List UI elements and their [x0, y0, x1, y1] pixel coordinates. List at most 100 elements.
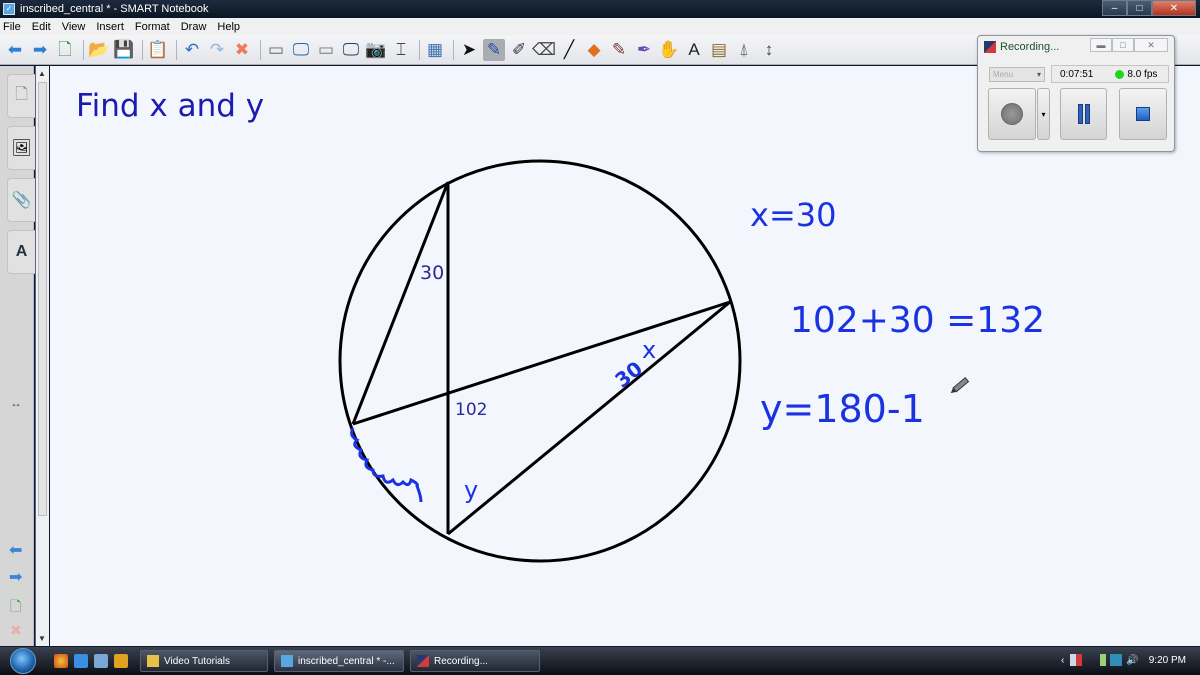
pause-button[interactable]	[1060, 88, 1107, 140]
record-options-dropdown[interactable]: ▾	[1037, 88, 1050, 140]
resize-handle-icon[interactable]: ↔	[10, 396, 22, 410]
screen-shade-icon[interactable]: ▭	[265, 39, 287, 61]
paste-icon[interactable]: 📋	[147, 39, 169, 61]
toolbar-separator	[419, 39, 420, 60]
save-icon[interactable]: 💾	[113, 39, 135, 61]
tray-app-icon[interactable]	[1070, 654, 1083, 666]
start-button[interactable]	[10, 648, 36, 674]
properties-icon[interactable]: ▤	[708, 39, 730, 61]
forward-icon[interactable]: ➡	[29, 39, 51, 61]
recording-elapsed-time: 0:07:51	[1060, 68, 1094, 80]
show-desktop-icon[interactable]	[94, 654, 108, 668]
handwriting-sum: 102+30 =132	[790, 300, 1045, 341]
minimize-button[interactable]: –	[1102, 0, 1127, 16]
sidebar-add-page-icon[interactable]: 🗋	[10, 596, 21, 620]
open-folder-icon[interactable]: 📂	[88, 39, 110, 61]
taskbar-item-inscribed-central[interactable]: inscribed_central * -...	[274, 650, 404, 672]
angle-label-30: 30	[420, 262, 444, 284]
toolbar-separator	[176, 39, 177, 60]
dual-page-icon[interactable]: 🖵	[340, 39, 362, 61]
record-button[interactable]	[988, 88, 1036, 140]
toolbar-separator	[83, 39, 84, 60]
stop-button[interactable]	[1119, 88, 1167, 140]
record-icon	[1001, 103, 1023, 125]
window-title: inscribed_central * - SMART Notebook	[20, 3, 209, 15]
show-hidden-icons-button[interactable]: ‹	[1061, 655, 1064, 666]
menu-file[interactable]: File	[3, 21, 21, 33]
full-screen-icon[interactable]: 🖵	[290, 39, 312, 61]
angle-label-102: 102	[455, 400, 487, 420]
pause-icon	[1077, 104, 1090, 124]
gallery-tab[interactable]: 🖼	[7, 126, 35, 170]
menu-insert[interactable]: Insert	[96, 21, 124, 33]
shapes-icon[interactable]: ◆	[583, 39, 605, 61]
title-bar: ✓ inscribed_central * - SMART Notebook –…	[0, 0, 1200, 18]
network-icon[interactable]	[1110, 654, 1123, 666]
angle-label-y: y	[464, 476, 478, 504]
taskbar-item-video-tutorials[interactable]: Video Tutorials	[140, 650, 268, 672]
handwriting-y-equation: y=180-1	[760, 387, 925, 431]
back-icon[interactable]: ⬅	[4, 39, 26, 61]
pen-icon[interactable]: ✎	[483, 38, 505, 61]
internet-explorer-icon[interactable]	[74, 654, 88, 668]
delete-icon[interactable]: ✖	[231, 39, 253, 61]
vertical-scrollbar[interactable]: ▲ ▼	[35, 66, 49, 646]
angle-label-x: x	[642, 336, 656, 364]
eraser-icon[interactable]: ⌫	[532, 39, 556, 61]
menu-edit[interactable]: Edit	[32, 21, 51, 33]
recorder-maximize-button[interactable]: □	[1112, 38, 1134, 52]
fill-icon[interactable]: ✎	[608, 39, 630, 61]
scroll-down-icon[interactable]: ▼	[38, 634, 46, 643]
measurement-tools-icon[interactable]: ⍋	[733, 39, 755, 61]
recorder-menu-dropdown[interactable]: Menu ▾	[989, 67, 1045, 82]
recorder-app-icon	[984, 41, 996, 53]
select-icon[interactable]: ➤	[458, 39, 480, 61]
recorder-close-button[interactable]: ✕	[1134, 38, 1168, 52]
chord-diagonal	[352, 300, 731, 426]
clock[interactable]: 9:20 PM	[1149, 655, 1186, 666]
menu-format[interactable]: Format	[135, 21, 170, 33]
chord-lower-right	[447, 300, 731, 536]
window-controls: – □ ✕	[1102, 0, 1196, 17]
text-icon[interactable]: A	[683, 39, 705, 61]
notebook-page[interactable]: Find x and y 30 102 y x 30 x=30 102+30 =…	[50, 66, 1200, 646]
scroll-up-icon[interactable]: ▲	[38, 69, 46, 78]
recorder-minimize-button[interactable]: ▬	[1090, 38, 1112, 52]
transparent-background-icon[interactable]: ▭	[315, 39, 337, 61]
undo-icon[interactable]: ↶	[181, 39, 203, 61]
recorder-window-controls: ▬ □ ✕	[1090, 38, 1168, 52]
sidebar-delete-page-icon[interactable]: ✖	[10, 622, 22, 639]
volume-icon[interactable]: 🔊	[1126, 655, 1138, 666]
scrollbar-thumb[interactable]	[38, 82, 47, 516]
media-player-icon[interactable]	[114, 654, 128, 668]
toolbar-move-icon[interactable]: ↕	[758, 39, 780, 61]
redo-icon[interactable]: ↷	[206, 39, 228, 61]
menu-view[interactable]: View	[62, 21, 86, 33]
magic-pen-icon[interactable]: ✒	[633, 39, 655, 61]
recorder-menu-label: Menu	[993, 70, 1014, 79]
document-camera-icon[interactable]: ⌶	[390, 39, 412, 61]
properties-tab[interactable]: A	[7, 230, 35, 274]
taskbar-item-recording[interactable]: Recording...	[410, 650, 540, 672]
capture-icon[interactable]: 📷	[365, 39, 387, 61]
taskbar: Video Tutorials inscribed_central * -...…	[0, 647, 1200, 675]
menu-help[interactable]: Help	[217, 21, 240, 33]
line-icon[interactable]: ╱	[558, 39, 580, 61]
attachments-tab[interactable]: 📎	[7, 178, 35, 222]
shape-recognition-icon[interactable]: ✋	[658, 39, 680, 61]
menu-draw[interactable]: Draw	[181, 21, 207, 33]
close-button[interactable]: ✕	[1152, 0, 1196, 16]
battery-icon[interactable]	[1100, 654, 1107, 666]
recording-status-indicator-icon	[1115, 69, 1125, 79]
maximize-button[interactable]: □	[1127, 0, 1152, 16]
table-icon[interactable]: ▦	[424, 39, 446, 61]
sidebar-forward-icon[interactable]: ➡	[9, 567, 22, 587]
geometry-diagram: 30 102 y x 30 x=30 102+30 =132 y=180-1	[338, 159, 1045, 563]
page-sorter-tab[interactable]: 🗋	[7, 74, 35, 118]
stop-icon	[1136, 107, 1150, 121]
properties-icon: A	[15, 243, 28, 260]
chrome-icon[interactable]	[54, 654, 68, 668]
add-page-icon[interactable]: 🗋	[54, 39, 76, 61]
sidebar-back-icon[interactable]: ⬅	[9, 540, 22, 560]
creative-pen-icon[interactable]: ✐	[508, 39, 530, 61]
